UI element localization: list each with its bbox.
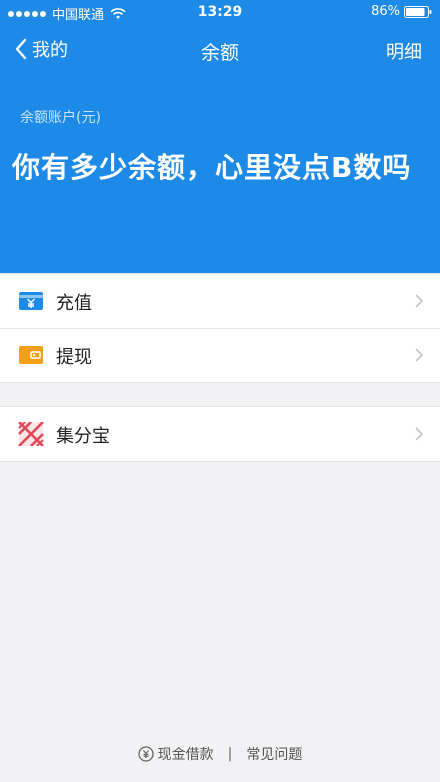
recharge-yuan-icon	[19, 292, 43, 310]
balance-page: 中国联通 13:29 86% 我的 余额 明细 余额账户(元) 你有多少余额，心…	[0, 0, 440, 782]
cash-loan-icon	[137, 746, 154, 762]
faq-label: 常见问题	[246, 747, 303, 763]
wallet-icon	[19, 346, 43, 364]
faq-link[interactable]: 常见问题	[246, 744, 302, 764]
footer-separator: |	[227, 746, 233, 762]
status-bar: 中国联通 13:29 86%	[0, 0, 440, 24]
recharge-label: 充值	[56, 293, 92, 314]
jifenbao-label: 集分宝	[56, 426, 110, 447]
chevron-right-icon	[415, 427, 424, 441]
footer-links: 现金借款 | 常见问题	[0, 742, 440, 766]
status-right: 86%	[371, 4, 432, 19]
jifenbao-row[interactable]: 集分宝	[0, 407, 440, 461]
chevron-right-icon	[415, 294, 424, 308]
page-title: 余额	[200, 42, 239, 64]
cash-loan-link[interactable]: 现金借款	[137, 744, 214, 764]
withdraw-row[interactable]: 提现	[0, 328, 440, 382]
balance-amount: 你有多少余额，心里没点B数吗	[12, 151, 412, 184]
details-button[interactable]: 明细	[386, 38, 422, 64]
nav-bar: 我的 余额 明细	[0, 30, 440, 70]
funds-actions-group: 充值 提现	[0, 273, 440, 383]
points-group: 集分宝	[0, 406, 440, 462]
chevron-right-icon	[415, 348, 424, 362]
battery-icon	[404, 5, 432, 18]
battery-percent: 86%	[371, 4, 400, 19]
recharge-row[interactable]: 充值	[0, 274, 440, 328]
balance-header: 中国联通 13:29 86% 我的 余额 明细 余额账户(元) 你有多少余额，心…	[0, 0, 440, 273]
cash-loan-label: 现金借款	[157, 747, 214, 763]
jifenbao-icon	[18, 422, 44, 446]
withdraw-label: 提现	[56, 347, 92, 368]
balance-caption: 余额账户(元)	[20, 110, 101, 126]
